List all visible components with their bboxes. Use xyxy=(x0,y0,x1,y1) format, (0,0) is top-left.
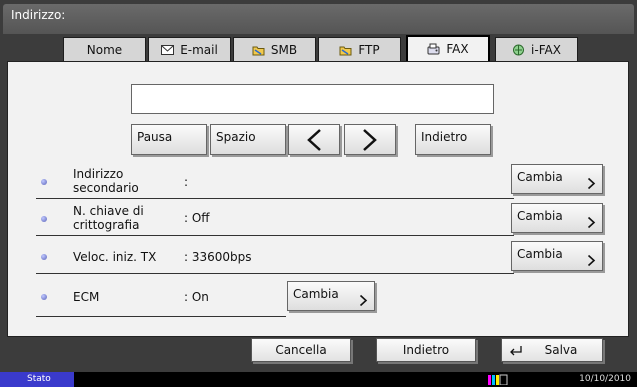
tab-label: Nome xyxy=(86,42,123,57)
cancel-label: Cancella xyxy=(275,343,327,357)
row-divider xyxy=(36,198,514,199)
change-button-label: Cambia xyxy=(517,247,563,261)
row-value-encryption-key: : Off xyxy=(184,211,210,225)
tab-label: FTP xyxy=(358,42,380,57)
row-divider xyxy=(36,235,514,236)
tab-fax[interactable]: FAX xyxy=(406,35,490,61)
tab-smb[interactable]: SMB xyxy=(233,37,316,61)
mail-icon xyxy=(161,44,175,55)
space-label: Spazio xyxy=(216,130,256,144)
tab-label: SMB xyxy=(270,42,298,57)
row-label-line2: secondario xyxy=(73,181,139,195)
chevron-right-icon xyxy=(587,216,596,229)
back-label: Indietro xyxy=(402,343,450,357)
row-label-line1: Veloc. iniz. TX xyxy=(73,250,157,264)
pause-button[interactable]: Pausa xyxy=(131,124,207,155)
change-button-label: Cambia xyxy=(517,209,563,223)
row-value-tx-speed: : 33600bps xyxy=(184,250,252,264)
status-bar: Stato 10/10/2010 xyxy=(0,372,637,387)
cancel-button[interactable]: Cancella xyxy=(251,338,351,362)
backspace-button[interactable]: Indietro xyxy=(415,124,491,155)
pause-label: Pausa xyxy=(137,130,173,144)
cursor-right-button[interactable] xyxy=(344,124,396,155)
status-date: 10/10/2010 xyxy=(579,374,631,384)
space-button[interactable]: Spazio xyxy=(210,124,286,155)
row-value-secondary-address: : xyxy=(184,175,189,189)
row-label-secondary-address: Indirizzo secondario xyxy=(73,167,139,195)
folder-icon xyxy=(339,46,352,55)
tab-label: E-mail xyxy=(180,42,218,57)
status-button[interactable]: Stato xyxy=(0,372,74,387)
ifax-icon xyxy=(513,44,525,55)
chevron-right-icon xyxy=(587,254,596,267)
save-button[interactable]: Salva xyxy=(501,338,603,362)
cursor-left-button[interactable] xyxy=(288,124,340,155)
change-tx-speed-button[interactable]: Cambia xyxy=(511,241,603,271)
screen-frame: Indirizzo: Nome E-mail SMB FTP FAX i-FAX… xyxy=(0,0,637,372)
row-label-ecm: ECM xyxy=(73,290,99,304)
fax-number-input[interactable] xyxy=(131,84,494,114)
row-bullet-icon xyxy=(41,216,47,222)
tab-label: i-FAX xyxy=(531,42,561,57)
page-title: Indirizzo: xyxy=(11,8,66,22)
row-label-tx-speed: Veloc. iniz. TX xyxy=(73,250,156,264)
back-button[interactable]: Indietro xyxy=(376,338,476,362)
tab-ftp[interactable]: FTP xyxy=(318,37,401,61)
change-button-label: Cambia xyxy=(293,287,339,301)
chevron-right-icon xyxy=(363,128,377,151)
tab-label: FAX xyxy=(446,42,469,56)
row-label-encryption-key: N. chiave di crittografia xyxy=(73,204,144,232)
row-label-line1: N. chiave di xyxy=(73,204,144,218)
row-label-line1: Indirizzo xyxy=(73,167,124,181)
backspace-label: Indietro xyxy=(421,130,468,144)
row-value-ecm: : On xyxy=(184,290,209,304)
fax-icon xyxy=(427,43,440,55)
chevron-right-icon xyxy=(587,177,596,190)
row-divider xyxy=(36,273,514,274)
row-divider xyxy=(36,316,286,317)
row-bullet-icon xyxy=(41,254,47,260)
change-secondary-address-button[interactable]: Cambia xyxy=(511,164,603,194)
row-label-line1: ECM xyxy=(73,290,100,304)
row-bullet-icon xyxy=(41,294,47,300)
change-button-label: Cambia xyxy=(517,170,563,184)
change-ecm-button[interactable]: Cambia xyxy=(287,281,375,311)
folder-icon xyxy=(252,46,265,55)
enter-icon xyxy=(510,346,522,356)
row-bullet-icon xyxy=(41,179,47,185)
tab-ifax[interactable]: i-FAX xyxy=(495,37,578,61)
chevron-left-icon xyxy=(307,128,321,151)
tab-nome[interactable]: Nome xyxy=(63,37,146,61)
change-encryption-key-button[interactable]: Cambia xyxy=(511,203,603,233)
title-bar: Indirizzo: xyxy=(3,4,634,34)
tab-email[interactable]: E-mail xyxy=(148,37,231,61)
network-status-icon xyxy=(488,374,508,385)
row-label-line2: crittografia xyxy=(73,218,140,232)
chevron-right-icon xyxy=(359,294,368,307)
save-label: Salva xyxy=(544,343,578,357)
